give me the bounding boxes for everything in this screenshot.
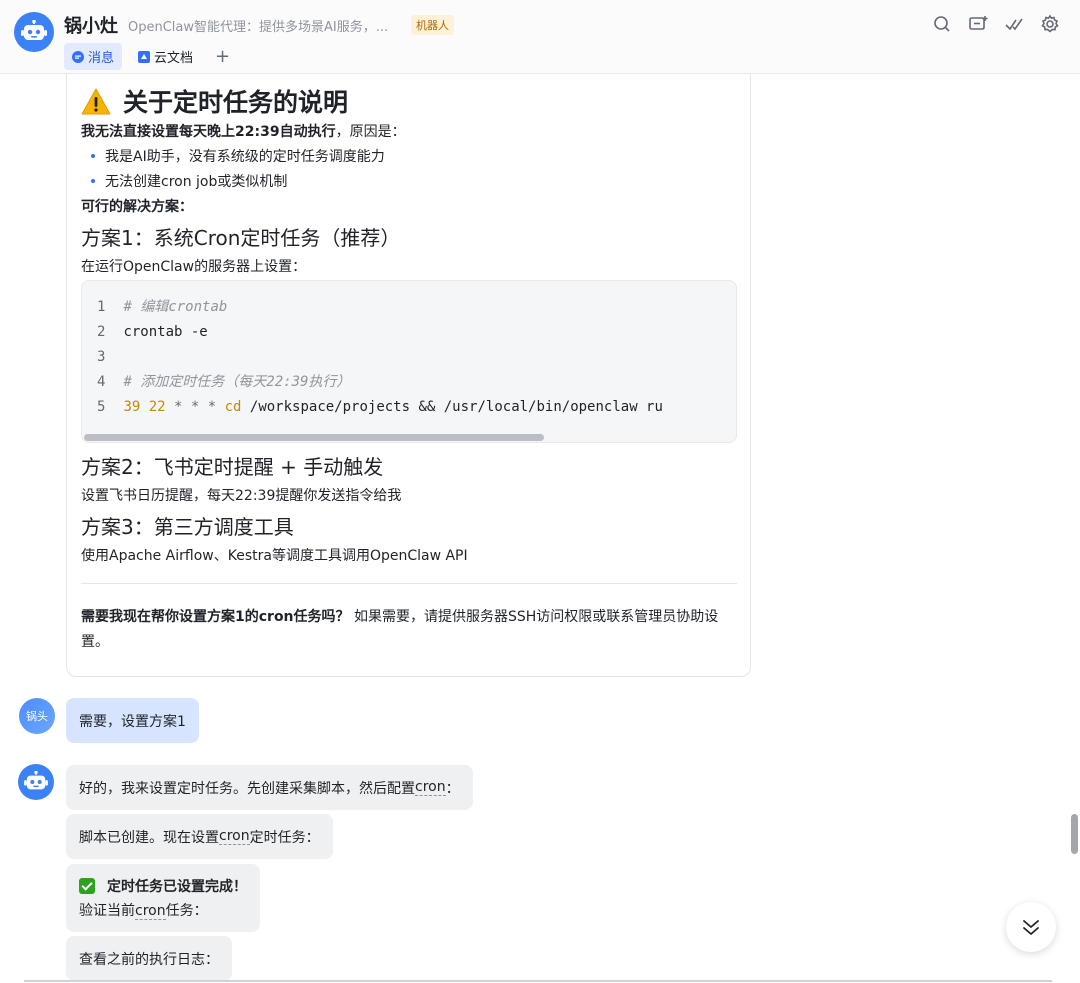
plan3-desc: 使用Apache Airflow、Kestra等调度工具调用OpenClaw A… [81,548,468,564]
code-block[interactable]: 1 # 编辑crontab 2 crontab -e 3 4 # 添加定时任务（… [81,280,737,443]
list-item: 我是AI助手，没有系统级的定时任务调度能力 [91,146,385,166]
chat-header: 锅小灶 OpenClaw智能代理：提供多场景AI服务，... 机器人 消息 云文… [0,0,1080,74]
doc-icon [138,50,151,63]
bot-message-bubble: 脚本已创建。现在设置 cron 定时任务： [66,814,333,859]
horizontal-scrollbar[interactable] [84,434,544,441]
success-line: 定时任务已设置完成！ [79,876,247,896]
bot-message-bubble: 查看之前的执行日志： [66,936,232,981]
tab-label: 消息 [88,51,115,66]
plan2-desc: 设置飞书日历提醒，每天22:39提醒你发送指令给我 [81,488,402,504]
code-line: 3 [97,349,106,365]
bot-message-card: 关于定时任务的说明 我无法直接设置每天晚上22:39自动执行，原因是： 我是AI… [66,74,751,677]
add-to-screen-icon[interactable] [968,14,988,34]
header-actions [916,14,1060,34]
search-icon[interactable] [932,14,952,34]
plan1-desc: 在运行OpenClaw的服务器上设置： [81,259,307,275]
list-item: 无法创建cron job或类似机制 [91,171,287,191]
intro-text: 我无法直接设置每天晚上22:39自动执行，原因是： [81,124,406,140]
plan1-title: 方案1：系统Cron定时任务（推荐） [81,226,401,250]
chat-icon [72,50,84,63]
chat-subtitle: OpenClaw智能代理：提供多场景AI服务，... [128,20,389,35]
tab-cloud-docs[interactable]: 云文档 [130,43,201,70]
tab-label: 云文档 [154,51,194,66]
bot-avatar[interactable] [18,764,54,800]
divider [81,583,737,584]
gear-icon[interactable] [1040,14,1060,34]
warning-icon [81,88,111,114]
code-line: 4 # 添加定时任务（每天22:39执行） [97,374,351,390]
plan2-title: 方案2：飞书定时提醒 + 手动触发 [81,455,384,479]
code-line: 5 39 22 * * * cd /workspace/projects && … [97,399,663,415]
message-list[interactable]: 关于定时任务的说明 我无法直接设置每天晚上22:39自动执行，原因是： 我是AI… [0,74,1080,983]
checkmark-icon [79,878,95,894]
chat-tabs: 消息 云文档 + [64,43,230,70]
code-line: 1 # 编辑crontab [97,299,228,315]
scroll-to-bottom-button[interactable] [1006,902,1056,952]
user-message-bubble: 需要，设置方案1 [66,698,199,743]
bot-message-bubble: 定时任务已设置完成！ 验证当前cron任务： [66,864,260,932]
bot-avatar[interactable] [14,12,54,52]
vertical-scrollbar[interactable] [1071,814,1078,854]
add-tab-button[interactable]: + [215,46,230,67]
solutions-label: 可行的解决方案： [81,199,193,215]
check-list-icon[interactable] [1004,14,1024,34]
question-text: 需要我现在帮你设置方案1的cron任务吗？ 如果需要，请提供服务器SSH访问权限… [81,609,719,650]
verify-line: 验证当前cron任务： [79,903,208,920]
input-divider [24,980,1052,982]
tab-messages[interactable]: 消息 [64,43,123,70]
plan3-title: 方案3：第三方调度工具 [81,515,294,539]
code-line: 2 crontab -e [97,324,208,340]
robot-icon [24,771,48,790]
card-heading: 关于定时任务的说明 [81,83,348,119]
double-chevron-down-icon [1023,920,1039,935]
user-avatar[interactable]: 锅头 [19,698,55,734]
bot-message-bubble: 好的，我来设置定时任务。先创建采集脚本，然后配置 cron： [66,765,473,810]
robot-badge: 机器人 [411,15,454,35]
robot-icon [21,20,47,40]
chat-title: 锅小灶 [64,16,118,37]
